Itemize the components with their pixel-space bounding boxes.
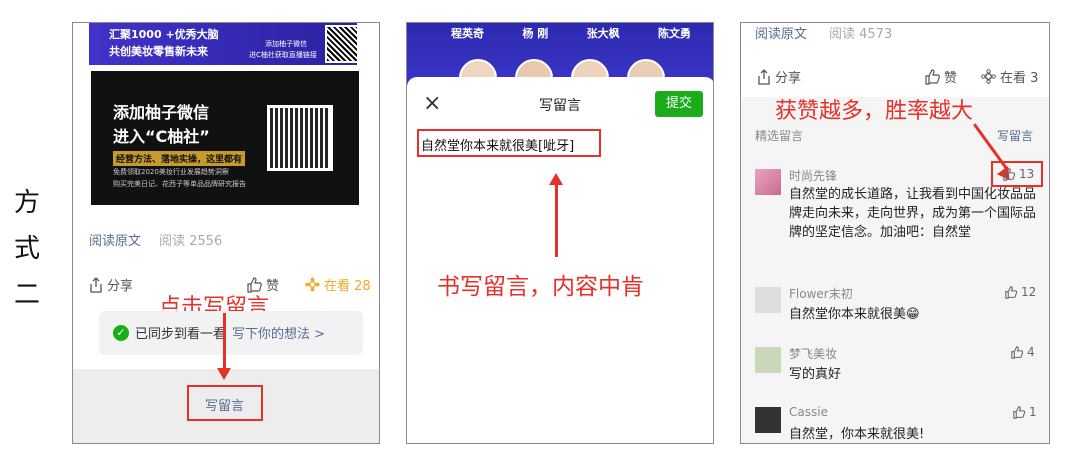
- share-icon: [89, 276, 103, 293]
- flower-icon: [305, 277, 320, 292]
- check-circle-icon: ✓: [113, 324, 129, 341]
- comment-likes: 1: [1029, 405, 1037, 419]
- thumbs-up-icon: [1011, 345, 1024, 359]
- speaker-name-1: 程英奇: [451, 27, 484, 40]
- panel-write-comment: 程英奇 杨 刚 张大枫 陈文勇 × 写留言 提交 自然堂你本来就很美[呲牙] 书…: [406, 22, 714, 444]
- arrow-down-head: [217, 368, 231, 380]
- read-count: 阅读 2556: [159, 234, 223, 249]
- comment-user: Cassie: [789, 405, 828, 419]
- comment-text: 写的真好: [789, 367, 842, 382]
- watching-button[interactable]: 在看 28: [305, 275, 371, 294]
- thumbs-up-icon: [1003, 167, 1016, 181]
- banner-side2: 进C柚社获取直播链接: [249, 51, 317, 59]
- side-label-2: 式: [14, 234, 41, 264]
- comment-text-input[interactable]: 自然堂你本来就很美[呲牙]: [421, 135, 574, 154]
- read-count: 阅读 4573: [829, 27, 893, 42]
- avatar: [755, 169, 781, 195]
- comment-like-button[interactable]: 12: [1005, 285, 1036, 299]
- promo-qr-code-icon: [267, 105, 333, 171]
- write-sheet: × 写留言 提交 自然堂你本来就很美[呲牙] 书写留言，内容中肯: [407, 77, 713, 443]
- flower-icon: [981, 69, 996, 84]
- comment-user: 时尚先锋: [789, 169, 838, 183]
- comment-text: 自然堂，你本来就很美!: [789, 427, 925, 442]
- share-label: 分享: [107, 279, 134, 294]
- share-icon: [757, 68, 771, 85]
- promo-line1: 添加柚子微信: [113, 103, 210, 122]
- promo-sub2: 购买完美日记、花西子等单品品牌研究报告: [113, 180, 246, 188]
- promo-sub1: 免费领取2020美妆行业发展趋势洞察: [113, 168, 229, 176]
- banner-line1: 汇聚1000 +优秀大脑: [109, 28, 219, 41]
- speaker-name-2: 杨 刚: [522, 27, 549, 40]
- speaker-name-4: 陈文勇: [657, 27, 691, 40]
- read-original-link[interactable]: 阅读原文: [89, 230, 141, 249]
- annotation-write-comment: 书写留言，内容中肯: [437, 274, 644, 300]
- close-icon[interactable]: ×: [423, 91, 441, 116]
- promo-card: 添加柚子微信 进入“C柚社” 经营方法、落地实操，这里都有 免费领取2020美妆…: [91, 71, 359, 205]
- watching-button[interactable]: 在看 3: [981, 67, 1038, 86]
- comment-likes: 4: [1027, 345, 1035, 359]
- comments-bg: [741, 97, 1049, 443]
- panel-comments: 阅读原文 阅读 4573 分享 赞 在看 3 获赞越多，胜率越大 精选留言 写留…: [740, 22, 1050, 444]
- thumbs-up-icon: [1005, 285, 1018, 299]
- arrow-up-head: [549, 173, 563, 185]
- avatar: [755, 407, 781, 433]
- thumbs-up-icon: [1013, 405, 1026, 419]
- share-button[interactable]: 分享: [89, 275, 133, 294]
- qr-code-icon: [325, 25, 359, 63]
- promo-tagline: 经营方法、落地实操，这里都有: [113, 151, 246, 166]
- avatar: [755, 287, 781, 313]
- promo-line2: 进入“C柚社”: [113, 127, 210, 146]
- thumbs-up-icon: [925, 68, 941, 85]
- comment-text: 自然堂的成长道路，让我看到中国化妆品品牌走向未来，走向世界，成为第一个国际品牌的…: [789, 187, 1037, 240]
- watching-label: 在看 3: [1000, 71, 1039, 86]
- avatar: [755, 347, 781, 373]
- like-label: 赞: [944, 71, 958, 86]
- panel-article-footer: 汇聚1000 +优秀大脑 共创美妆零售新未来 添加柚子微信 进C柚社获取直播链接…: [72, 22, 380, 444]
- comment-like-button[interactable]: 4: [1011, 345, 1035, 359]
- side-label-3: 二: [14, 280, 41, 310]
- banner-line2: 共创美妆零售新未来: [109, 45, 208, 58]
- arrow-down-shaft: [223, 313, 226, 371]
- annotation-more-likes: 获赞越多，胜率越大: [775, 99, 974, 124]
- speaker-name-3: 张大枫: [586, 27, 620, 40]
- banner-side1: 添加柚子微信: [265, 40, 307, 48]
- watching-label: 在看 28: [324, 279, 371, 294]
- write-comment-button[interactable]: 写留言: [205, 395, 244, 414]
- banner-event: 汇聚1000 +优秀大脑 共创美妆零售新未来 添加柚子微信 进C柚社获取直播链接: [89, 23, 359, 65]
- share-button[interactable]: 分享: [757, 67, 801, 86]
- comment-likes: 12: [1021, 285, 1037, 299]
- comment-like-button[interactable]: 1: [1013, 405, 1037, 419]
- featured-label: 精选留言: [755, 129, 804, 143]
- sheet-title: 写留言: [539, 98, 581, 114]
- side-label-1: 方: [14, 188, 41, 218]
- submit-button[interactable]: 提交: [655, 91, 703, 117]
- write-comment-link[interactable]: 写留言: [997, 127, 1033, 144]
- read-original-link[interactable]: 阅读原文: [755, 23, 807, 42]
- comment-like-button[interactable]: 13: [1003, 167, 1034, 181]
- comment-likes: 13: [1019, 167, 1035, 181]
- share-label: 分享: [775, 71, 802, 86]
- arrow-up-shaft: [555, 185, 558, 257]
- sync-text: 已同步到看一看: [135, 327, 227, 342]
- comment-text: 自然堂你本来就很美😁: [789, 307, 920, 322]
- write-thought-link[interactable]: 写下你的想法 >: [232, 323, 325, 342]
- comment-user: 梦飞美妆: [789, 347, 838, 361]
- comment-user: Flower末初: [789, 287, 853, 301]
- like-button[interactable]: 赞: [925, 67, 957, 86]
- sync-card: ✓ 已同步到看一看 写下你的想法 >: [99, 311, 363, 355]
